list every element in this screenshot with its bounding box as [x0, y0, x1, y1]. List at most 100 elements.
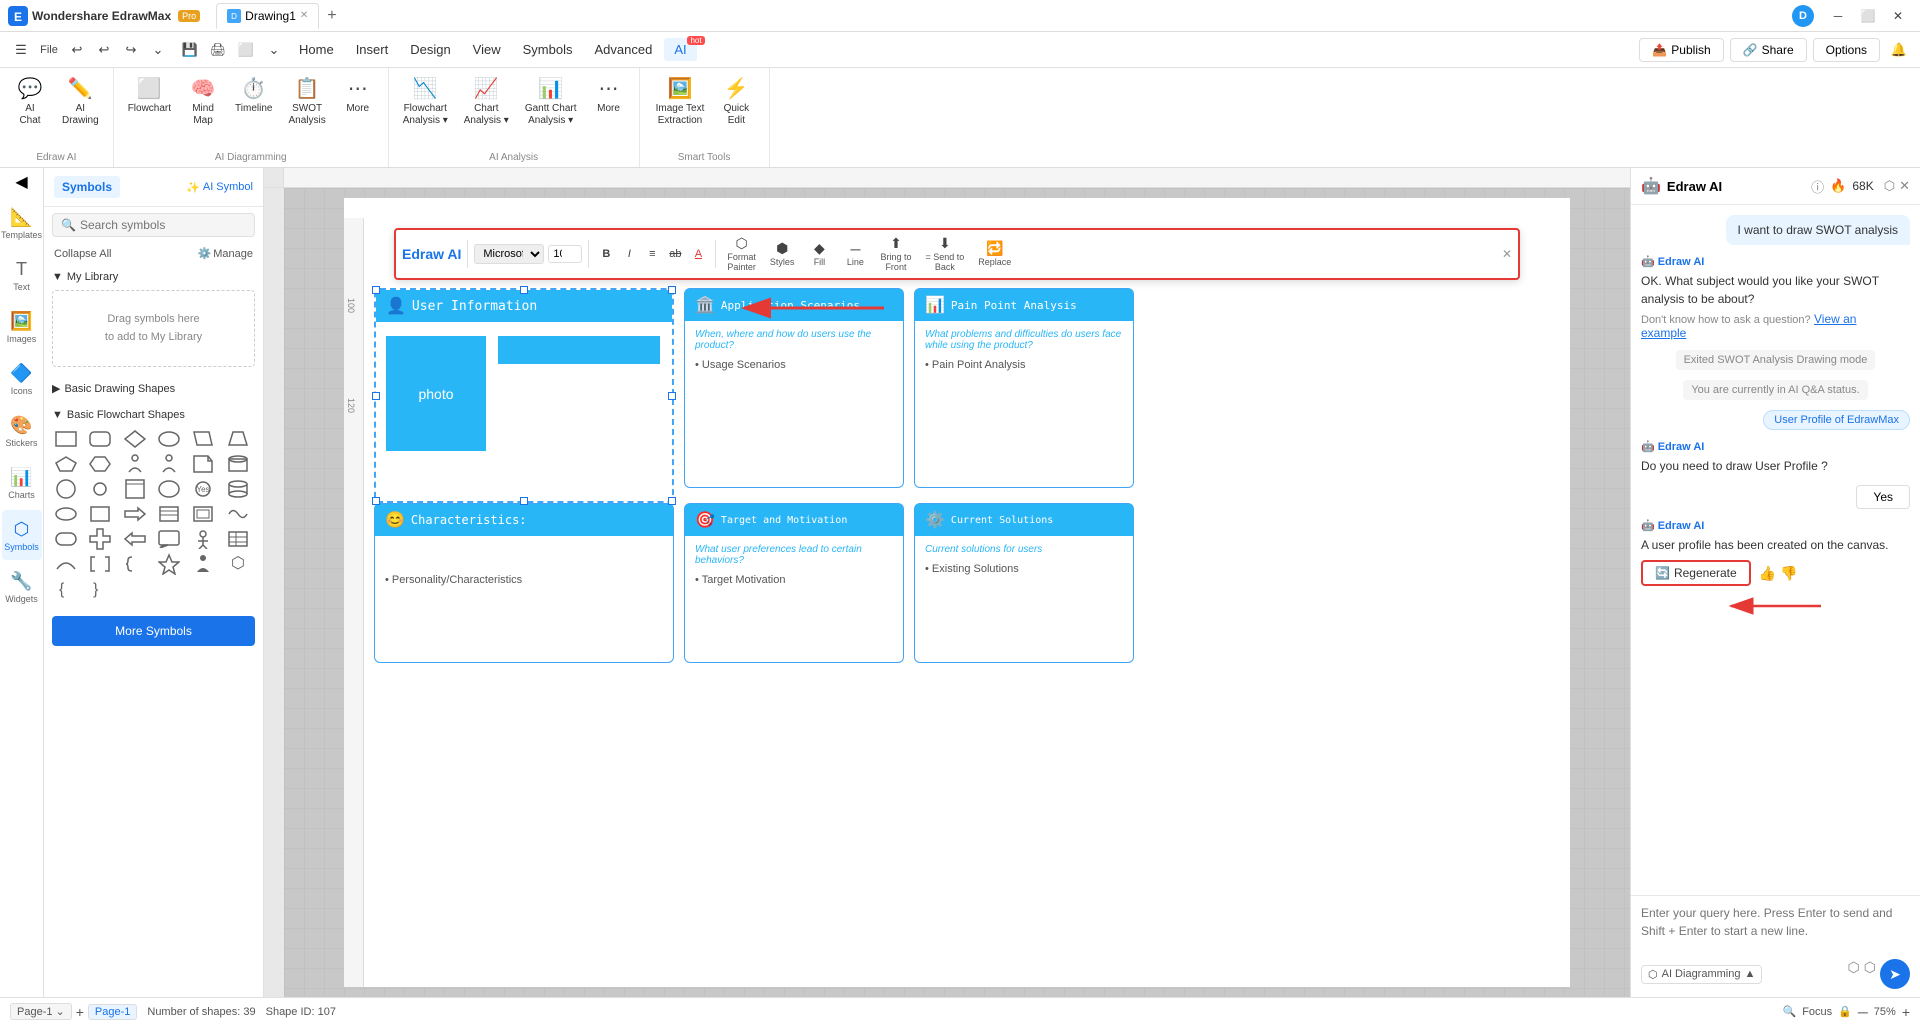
new-tab-btn[interactable]: +	[323, 7, 340, 25]
ft-align-btn[interactable]: ≡	[641, 243, 663, 265]
shape-rect[interactable]	[52, 428, 80, 450]
shape-small-circle[interactable]	[86, 478, 114, 500]
ft-line[interactable]: ─ Line	[839, 238, 871, 271]
ft-strikethrough-btn[interactable]: ab	[664, 243, 686, 265]
nav-icons[interactable]: 🔷 Icons	[2, 354, 42, 404]
shape-wave[interactable]	[224, 503, 252, 525]
user-profile-btn[interactable]: User Profile of EdrawMax	[1763, 410, 1910, 430]
shape-cylinder[interactable]	[224, 453, 252, 475]
ribbon-chart-analysis[interactable]: 📈 ChartAnalysis ▾	[458, 72, 515, 131]
current-solutions-card[interactable]: ⚙️ Current Solutions Current solutions f…	[914, 503, 1134, 663]
zoom-out-btn[interactable]: ─	[1858, 1004, 1868, 1020]
shape-person3[interactable]	[189, 528, 217, 550]
page-tab-1[interactable]: Page-1 ⌄	[10, 1003, 72, 1020]
sidebar-tab-symbols[interactable]: Symbols	[54, 176, 120, 198]
ft-font-family[interactable]: Microsof	[474, 244, 544, 264]
ft-italic-btn[interactable]: I	[618, 243, 640, 265]
app-scenarios-card[interactable]: 🏛️ Application Scenarios When, where and…	[684, 288, 904, 488]
menu-home[interactable]: Home	[289, 38, 344, 61]
nav-charts[interactable]: 📊 Charts	[2, 458, 42, 508]
ribbon-flowchart[interactable]: ⬜ Flowchart	[122, 72, 177, 119]
handle-tr[interactable]	[668, 286, 676, 294]
basic-shapes-title[interactable]: ▶ Basic Drawing Shapes	[52, 379, 255, 398]
more-actions-btn[interactable]: ⌄	[261, 37, 287, 63]
ribbon-more-diagramming[interactable]: ⋯ More	[336, 72, 380, 119]
shape-list[interactable]	[155, 503, 183, 525]
handle-left[interactable]	[372, 392, 380, 400]
thumbs-up-btn[interactable]: 👍	[1759, 565, 1776, 582]
yes-button[interactable]: Yes	[1856, 485, 1910, 509]
add-page-btn[interactable]: +	[76, 1004, 84, 1020]
canvas-area[interactable]: -60 -40 -20 0 20 40 60 80 100 120 140 16…	[264, 168, 1630, 997]
shape-note[interactable]	[121, 478, 149, 500]
file-icon-btn[interactable]: File	[36, 37, 62, 63]
page-tab-active[interactable]: Page-1	[88, 1004, 137, 1020]
shape-arrow-left[interactable]	[121, 528, 149, 550]
pain-point-card[interactable]: 📊 Pain Point Analysis What problems and …	[914, 288, 1134, 488]
shape-parallelogram[interactable]	[189, 428, 217, 450]
ft-replace[interactable]: 🔁 Replace	[973, 237, 1016, 271]
menu-ai[interactable]: AI hot	[664, 38, 696, 61]
shape-db[interactable]	[224, 478, 252, 500]
input-attach-btn[interactable]: ⬡	[1864, 959, 1876, 989]
characteristics-card[interactable]: 😊 Characteristics: • Personality/Charact…	[374, 503, 674, 663]
user-avatar[interactable]: D	[1792, 5, 1814, 27]
ft-bold-btn[interactable]: B	[595, 243, 617, 265]
shape-misc[interactable]: ⬡	[224, 553, 252, 575]
undo-btn[interactable]: ↩	[64, 37, 90, 63]
print-btn[interactable]: 🖨	[205, 37, 231, 63]
nav-symbols[interactable]: ⬡ Symbols	[2, 510, 42, 560]
ft-color-btn[interactable]: A	[687, 243, 709, 265]
save-btn[interactable]: 💾	[177, 37, 203, 63]
regenerate-btn[interactable]: 🔄 Regenerate	[1641, 560, 1751, 586]
export-btn[interactable]: ⬜	[233, 37, 259, 63]
shape-ellipse2[interactable]	[52, 503, 80, 525]
publish-btn[interactable]: 📤 Publish	[1639, 38, 1723, 62]
shape-person4[interactable]	[189, 553, 217, 575]
shape-rounded2[interactable]	[52, 528, 80, 550]
canvas-inner[interactable]: Edraw AI Microsof B I ≡ ab A	[284, 188, 1630, 997]
menu-symbols[interactable]: Symbols	[513, 38, 583, 61]
shape-hexagon[interactable]	[86, 453, 114, 475]
shape-rect2[interactable]	[86, 503, 114, 525]
shape-badge[interactable]: Yes	[189, 478, 217, 500]
options-btn[interactable]: Options	[1813, 38, 1880, 62]
user-info-card[interactable]: 👤 User Information photo	[374, 288, 674, 503]
shape-brace2[interactable]: }	[86, 578, 114, 600]
close-tab-btn[interactable]: ✕	[300, 10, 308, 21]
shape-arrow-right[interactable]	[121, 503, 149, 525]
nav-stickers[interactable]: 🎨 Stickers	[2, 406, 42, 456]
target-card[interactable]: 🎯 Target and Motivation What user prefer…	[684, 503, 904, 663]
shape-star[interactable]	[155, 553, 183, 575]
notification-btn[interactable]: 🔔	[1886, 37, 1912, 63]
sidebar-tab-ai-symbol[interactable]: ✨ AI Symbol	[186, 181, 253, 194]
more-symbols-btn[interactable]: More Symbols	[52, 616, 255, 646]
share-btn[interactable]: 🔗 Share	[1730, 38, 1807, 62]
nav-templates[interactable]: 📐 Templates	[2, 198, 42, 248]
minimize-btn[interactable]: ─	[1824, 6, 1852, 26]
menu-view[interactable]: View	[463, 38, 511, 61]
collapse-all-btn[interactable]: Collapse All	[54, 248, 111, 260]
handle-bottom[interactable]	[520, 497, 528, 505]
nav-widgets[interactable]: 🔧 Widgets	[2, 562, 42, 612]
manage-btn[interactable]: ⚙️ Manage	[198, 247, 253, 260]
shape-person2[interactable]	[155, 453, 183, 475]
ribbon-quick-edit[interactable]: ⚡ QuickEdit	[714, 72, 758, 131]
ribbon-timeline[interactable]: ⏱️ Timeline	[229, 72, 278, 119]
ft-font-size[interactable]	[548, 245, 582, 263]
chat-input[interactable]	[1641, 904, 1910, 952]
symbol-search-input[interactable]	[80, 218, 246, 232]
shape-chat[interactable]	[155, 528, 183, 550]
shape-double-rect[interactable]	[189, 503, 217, 525]
shape-bracket[interactable]	[86, 553, 114, 575]
my-library-title[interactable]: ▼ My Library	[52, 268, 255, 286]
handle-top[interactable]	[520, 286, 528, 294]
ft-format-painter[interactable]: ⬡ FormatPainter	[722, 232, 761, 276]
nav-text[interactable]: T Text	[2, 250, 42, 300]
shape-brace[interactable]	[121, 553, 149, 575]
send-btn[interactable]: ➤	[1880, 959, 1910, 989]
menu-insert[interactable]: Insert	[346, 38, 399, 61]
shape-pentagon[interactable]	[52, 453, 80, 475]
more-undo-btn[interactable]: ⌄	[145, 37, 171, 63]
shape-diamond[interactable]	[121, 428, 149, 450]
